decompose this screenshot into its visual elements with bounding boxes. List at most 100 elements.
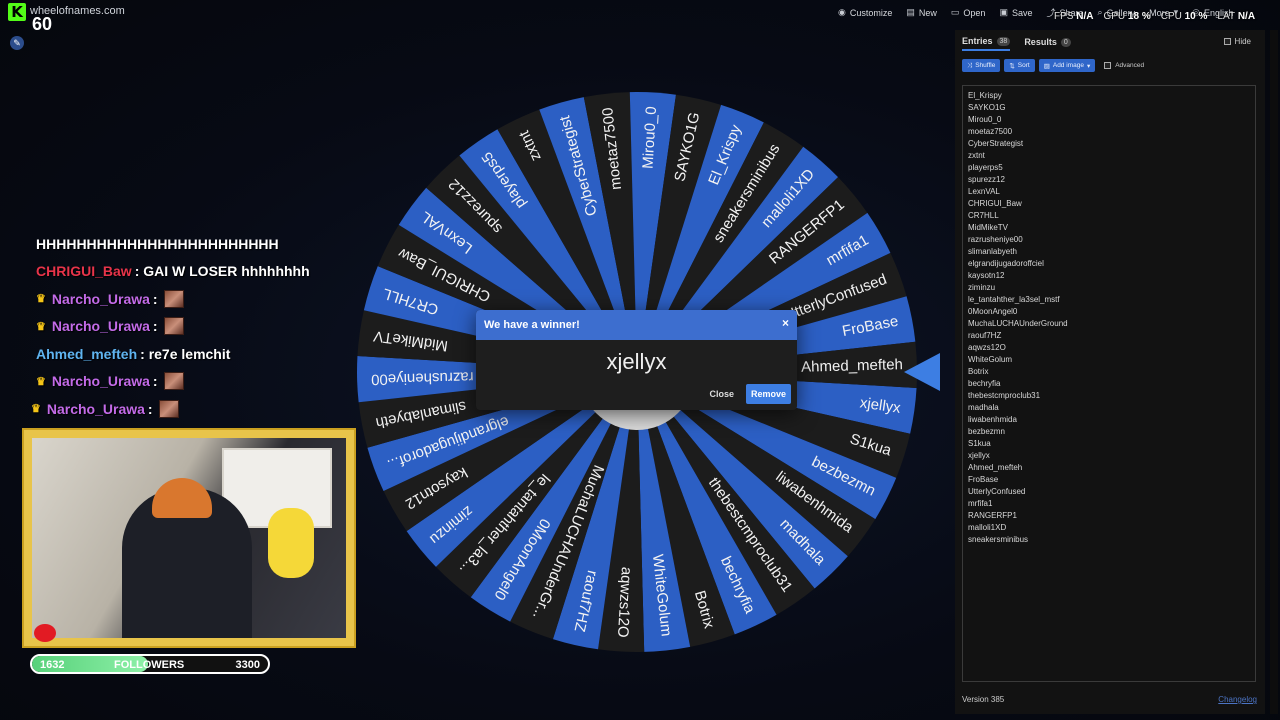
kick-logo-icon: K (8, 3, 26, 21)
version-text: Version 385 (962, 695, 1005, 704)
wheel-slice-label: Mirou0_0 (640, 106, 661, 169)
advanced-toggle[interactable]: Advanced (1104, 62, 1144, 69)
entry-line: S1kua (968, 439, 991, 448)
lat-value: N/A (1237, 11, 1256, 22)
tab-results[interactable]: Results 0 (1024, 36, 1071, 51)
entry-line: ziminzu (968, 283, 996, 292)
chat-username[interactable]: Ahmed_mefteh (36, 346, 137, 362)
chat-message: CHRIGUI_Baw: GAI W LOSER hhhhhhhh (36, 258, 356, 286)
followers-current: 1632 (40, 659, 65, 671)
crown-icon: ♛ (36, 375, 46, 388)
crown-icon: ♛ (36, 320, 46, 333)
sort-label: Sort (1017, 62, 1030, 69)
webcam-video (32, 438, 346, 638)
wheel-pointer-icon (904, 353, 940, 391)
folder-icon: ▭ (950, 7, 960, 17)
shuffle-label: Shuffle (975, 62, 996, 69)
pencil-icon[interactable]: ✎ (10, 36, 24, 50)
crown-icon: ♛ (36, 293, 46, 306)
entry-line: aqwzs12O (968, 343, 1006, 352)
cpu-label: CPU (1160, 11, 1182, 22)
entry-line: CR7HLL (968, 211, 999, 220)
nav-save[interactable]: ▣ Save (999, 6, 1032, 19)
entry-line: le_tantahther_la3sel_mstf (968, 295, 1060, 304)
tab-entries[interactable]: Entries 38 (962, 36, 1011, 51)
chevron-down-icon: ▾ (1086, 62, 1091, 70)
chat-username[interactable]: Narcho_Urawa (52, 373, 150, 389)
entry-line: moetaz7500 (968, 127, 1013, 136)
hide-toggle[interactable]: Hide (1223, 37, 1251, 46)
followers-goal-bar: 1632 FOLLOWERS 3300 (30, 654, 270, 674)
winner-dialog: We have a winner! × xjellyx Close Remove (476, 310, 797, 410)
dialog-title: We have a winner! (484, 319, 580, 331)
sort-icon: ⇅ (1009, 62, 1015, 70)
entry-line: madhala (968, 403, 999, 412)
emote-icon (163, 372, 184, 391)
chat-message: ♛ Narcho_Urawa: (36, 285, 356, 313)
nav-label: Open (963, 7, 986, 18)
entry-line: elgrandijugadoroffciel (968, 259, 1044, 268)
chat-text: : re7e lemchit (140, 345, 231, 362)
cpu-value: 10 % (1184, 11, 1208, 22)
chat-overlay: HHHHHHHHHHHHHHHHHHHHHHHH CHRIGUI_Baw: GAI… (31, 230, 356, 423)
chat-username[interactable]: Narcho_Urawa (47, 401, 145, 417)
entry-line: raouf7HZ (968, 331, 1002, 340)
image-icon: ▨ (1043, 62, 1050, 70)
entry-line: CHRIGUI_Baw (968, 199, 1022, 208)
hide-label: Hide (1234, 37, 1251, 46)
emote-icon (163, 289, 184, 308)
add-image-label: Add image (1052, 62, 1084, 69)
chat-text: : GAI W LOSER hhhhhhhh (134, 263, 310, 280)
entry-line: MidMikeTV (968, 223, 1009, 232)
hide-checkbox[interactable] (1223, 38, 1231, 45)
advanced-checkbox[interactable] (1104, 62, 1112, 69)
chat-message: ♛ Narcho_Urawa: (36, 313, 356, 341)
chat-text: : (152, 290, 158, 307)
entries-count-badge: 38 (996, 36, 1011, 46)
entry-line: FroBase (968, 475, 999, 484)
entry-line: mrfifa1 (968, 499, 993, 508)
wheel-slice-label: razrusheniye00 (371, 368, 474, 388)
close-button[interactable]: Close (705, 385, 738, 403)
crown-icon: ♛ (31, 403, 41, 416)
nav-new[interactable]: ▤ New (906, 6, 937, 19)
entry-line: thebestcmproclub31 (968, 391, 1041, 400)
kick-counter: 60 (32, 14, 53, 34)
page-scrollbar[interactable] (1270, 30, 1278, 714)
close-icon[interactable]: × (782, 316, 789, 330)
entry-line: razrusheniye00 (968, 235, 1023, 244)
shuffle-button[interactable]: ⤨ Shuffle (962, 59, 1001, 72)
entry-line: spurezz12 (968, 175, 1005, 184)
entry-line: WhiteGolum (968, 355, 1013, 364)
nav-customize[interactable]: ◉ Customize (838, 6, 892, 19)
changelog-link[interactable]: Changelog (1218, 695, 1257, 704)
remove-button[interactable]: Remove (745, 384, 791, 404)
entry-line: El_Krispy (968, 91, 1002, 100)
entry-line: UtterlyConfused (968, 487, 1026, 496)
dialog-header: We have a winner! × (476, 310, 797, 340)
nav-open[interactable]: ▭ Open (951, 6, 986, 19)
shuffle-icon: ⤨ (967, 61, 973, 69)
gpu-value: 18 % (1127, 11, 1151, 22)
entry-line: kaysotn12 (968, 271, 1005, 280)
webcam-frame (22, 428, 356, 648)
entry-line: SAYKO1G (968, 103, 1006, 112)
add-image-button[interactable]: ▨ Add image ▾ (1038, 59, 1096, 72)
beanie-image (152, 478, 212, 518)
entries-textarea[interactable]: El_Krispy SAYKO1G Mirou0_0 moetaz7500 CyberS… (962, 85, 1256, 682)
sort-button[interactable]: ⇅ Sort (1004, 59, 1035, 72)
nav-label: Customize (849, 7, 893, 18)
tab-label: Results (1024, 37, 1057, 47)
chat-username[interactable]: Narcho_Urawa (52, 318, 150, 334)
lat-label: LAT (1217, 11, 1236, 22)
chat-message: Ahmed_mefteh: re7e lemchit (36, 340, 356, 368)
chat-text: : (152, 318, 158, 335)
entry-line: playerps5 (968, 163, 1003, 172)
perf-stats: FPS N/A GPU 18 % CPU 10 % LAT N/A (1054, 11, 1255, 22)
tab-label: Entries (962, 36, 993, 46)
entry-line: RANGERFP1 (968, 511, 1017, 520)
chat-username[interactable]: CHRIGUI_Baw (36, 263, 132, 279)
file-icon: ▤ (906, 7, 915, 17)
entry-line: MuchaLUCHAUnderGround (968, 319, 1068, 328)
chat-username[interactable]: Narcho_Urawa (52, 291, 150, 307)
